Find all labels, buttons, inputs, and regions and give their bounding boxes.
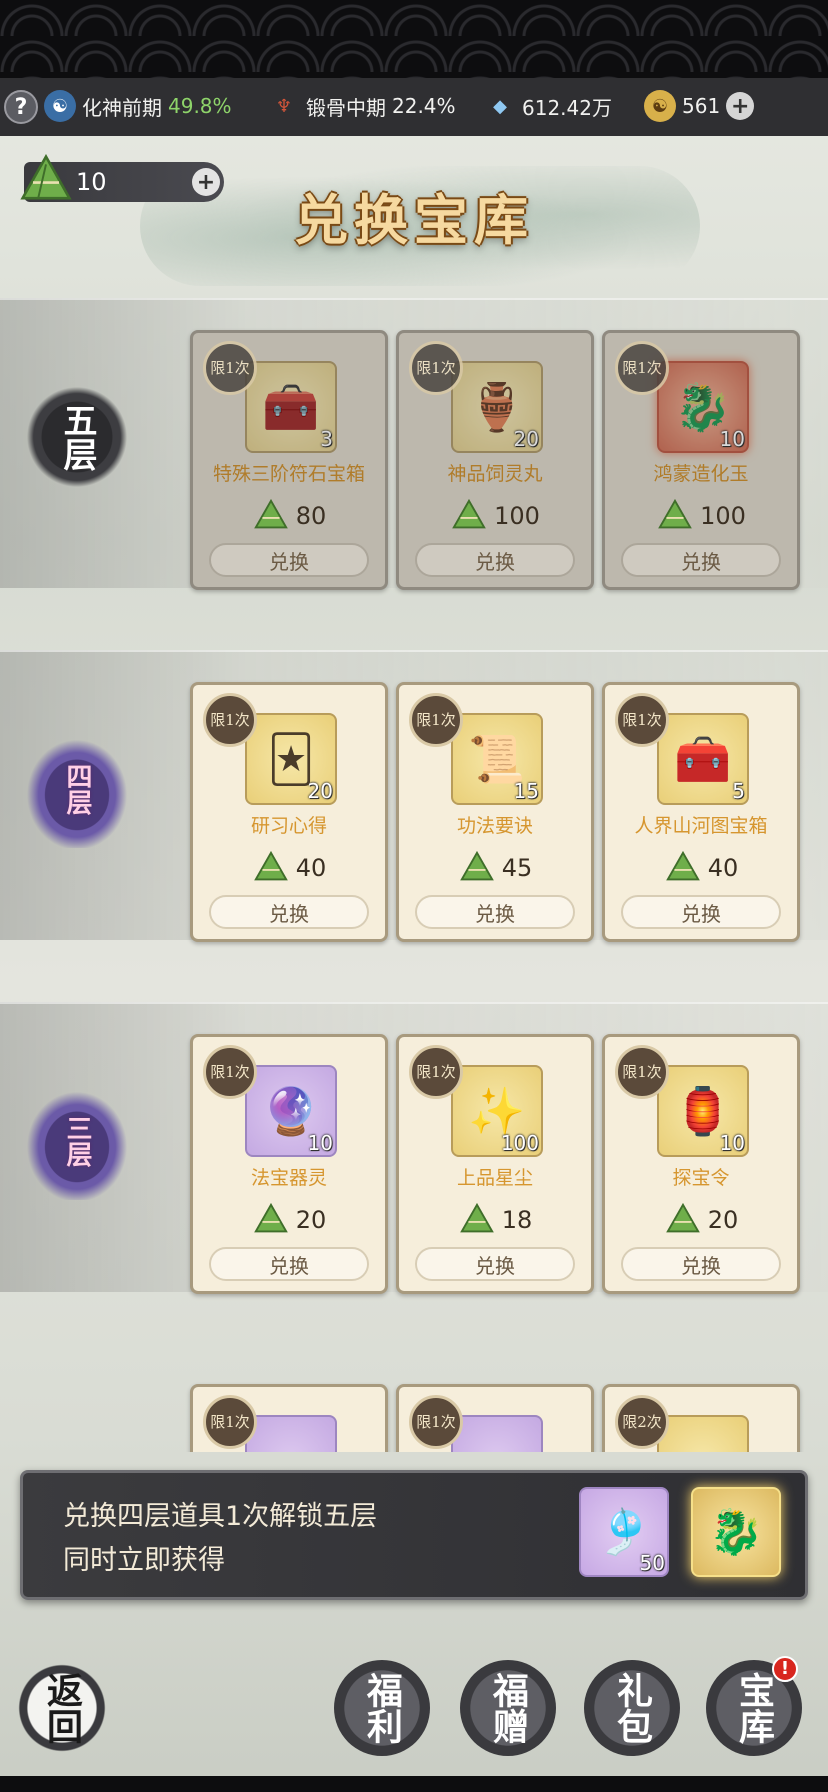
yin-yang-coin-icon: ☯ [644,90,676,122]
limit-badge: 限1次 [615,341,669,395]
zongzi-icon [459,850,494,881]
item-card[interactable]: 限2次 [602,1384,800,1452]
item-card[interactable]: 限1次 ✨ 100 上品星尘 18 兑换 [396,1034,594,1294]
price: 20 [193,1201,385,1239]
reward-item-icon[interactable]: 🎐 50 [579,1487,669,1577]
treasure-chest-icon: 🧰 5 [657,713,749,805]
artifact-spirit-icon: 🔮 10 [245,1065,337,1157]
price: 20 [605,1201,797,1239]
add-coins-button[interactable]: + [726,92,755,120]
treasury-button[interactable]: 宝库 ! [706,1656,802,1756]
zongzi-icon [459,1202,494,1233]
exchange-button[interactable]: 兑换 [415,1247,575,1281]
item-card[interactable]: 限1次 [396,1384,594,1452]
spirit-stone-counter[interactable]: ◆ 612.42万 [484,90,612,122]
tier-3-badge: 三层 [18,1082,136,1200]
exchange-button[interactable]: 兑换 [415,895,575,929]
limit-badge: 限1次 [203,341,257,395]
crystal-icon: ◆ [493,95,507,117]
item-icon [245,1415,337,1452]
zongzi-icon [253,498,288,529]
reward-jade-icon[interactable]: 🐉 [691,1487,781,1577]
item-card[interactable]: 限1次 🧰 5 人界山河图宝箱 40 兑换 [602,682,800,942]
pack-button[interactable]: 礼包 [584,1660,680,1756]
stardust-icon: ✨ 100 [451,1065,543,1157]
exchange-button[interactable]: 兑换 [621,543,781,577]
bottom-nav: 返回 福利 福赠 礼包 宝库 ! [0,1610,828,1792]
zongzi-icon [452,498,486,529]
item-card[interactable]: 限1次 🔮 10 法宝器灵 20 兑换 [190,1034,388,1294]
help-button[interactable]: ? [4,90,38,124]
jade-dragon-icon: 🐉 10 [657,361,749,453]
limit-badge: 限1次 [409,341,463,395]
treasure-chest-icon: 🧰 3 [245,361,337,453]
item-card[interactable]: 限1次 🃏 20 研习心得 40 兑换 [190,682,388,942]
price: 40 [193,849,385,887]
price: 45 [399,849,591,887]
limit-badge: 限1次 [203,693,257,747]
item-card[interactable]: 限1次 🐉 10 鸿蒙造化玉 100 兑换 [602,330,800,590]
exchange-button[interactable]: 兑换 [621,895,781,929]
notification-badge: ! [772,1656,798,1682]
zongzi-icon [253,850,288,881]
price: 100 [605,497,797,535]
zongzi-icon [658,498,692,529]
token-icon: 🏮 10 [657,1065,749,1157]
unlock-banner: 兑换四层道具1次解锁五层 同时立即获得 🎐 50 🐉 [20,1470,808,1600]
exchange-button[interactable]: 兑换 [621,1247,781,1281]
exchange-button[interactable]: 兑换 [209,895,369,929]
limit-badge: 限1次 [409,693,463,747]
status-bar: ? ☯ 化神前期 49.8% ♆ 锻骨中期 22.4% ◆ 612.42万 ☯ … [0,78,828,136]
limit-badge: 限2次 [615,1395,669,1449]
item-icon [451,1415,543,1452]
page-title: 兑换宝库 [294,188,534,252]
realm-body[interactable]: ♆ 锻骨中期 22.4% [268,90,456,122]
price: 80 [193,497,385,535]
gift-give-button[interactable]: 福赠 [460,1660,556,1756]
realm-cultivation[interactable]: ☯ 化神前期 49.8% [44,90,232,122]
limit-badge: 限1次 [409,1395,463,1449]
zongzi-icon [665,850,700,881]
price: 100 [399,497,591,535]
limit-badge: 限1次 [409,1045,463,1099]
limit-badge: 限1次 [615,1045,669,1099]
back-button[interactable]: 返回 [14,1660,110,1756]
exchange-button[interactable]: 兑换 [209,1247,369,1281]
welfare-button[interactable]: 福利 [334,1660,430,1756]
scroll-cards-icon: 🃏 20 [245,713,337,805]
limit-badge: 限1次 [203,1395,257,1449]
trident-icon: ♆ [275,95,293,117]
item-card[interactable]: 限1次 🏺 20 神品饲灵丸 100 兑换 [396,330,594,590]
exchange-button[interactable]: 兑换 [415,543,575,577]
scroll-icon: 📜 15 [451,713,543,805]
item-card[interactable]: 限1次 🏮 10 探宝令 20 兑换 [602,1034,800,1294]
item-icon [657,1415,749,1452]
tier-5-badge: 五层 [18,378,136,496]
page-header: 10 + 兑换宝库 [0,136,828,296]
tier-3-row: 三层 限1次 🔮 10 法宝器灵 20 兑换 限1次 ✨ 100 上品星尘 18 兑… [0,1002,828,1294]
top-wave-pattern [0,0,828,78]
price: 18 [399,1201,591,1239]
item-card[interactable]: 限1次 🧰 3 特殊三阶符石宝箱 80 兑换 [190,330,388,590]
tier-4-badge: 四层 [18,730,136,848]
limit-badge: 限1次 [615,693,669,747]
price: 40 [605,849,797,887]
item-card[interactable]: 限1次 📜 15 功法要诀 45 兑换 [396,682,594,942]
tier-5-row: 五层 限1次 🧰 3 特殊三阶符石宝箱 80 兑换 限1次 🏺 20 神品饲灵丸 1… [0,298,828,590]
tier-2-row: 限1次 限1次 限2次 [0,1380,828,1452]
gourd-pill-icon: 🏺 20 [451,361,543,453]
taiji-icon: ☯ [44,90,76,122]
item-card[interactable]: 限1次 [190,1384,388,1452]
exchange-button[interactable]: 兑换 [209,543,369,577]
zongzi-icon [253,1202,288,1233]
tier-4-row: 四层 限1次 🃏 20 研习心得 40 兑换 限1次 📜 15 功法要诀 45 兑换… [0,650,828,942]
coin-counter[interactable]: ☯ 561 + [644,90,755,122]
bottom-edge [0,1776,828,1792]
limit-badge: 限1次 [203,1045,257,1099]
zongzi-icon [665,1202,700,1233]
